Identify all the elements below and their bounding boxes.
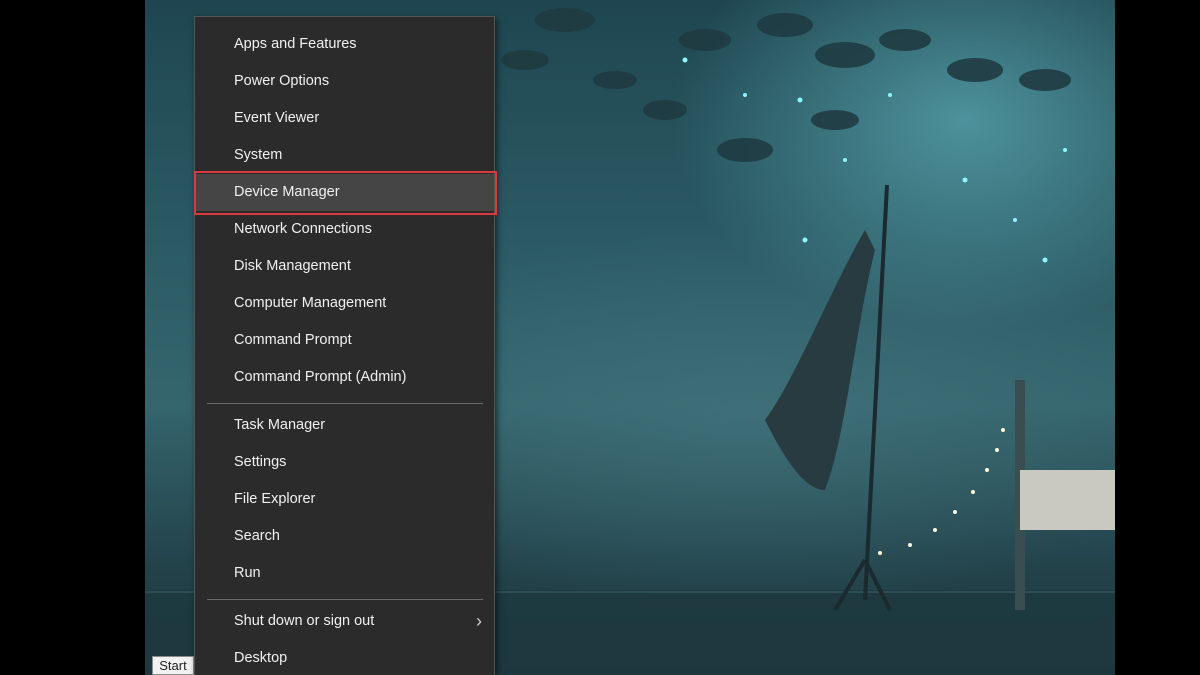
- menu-item-command-prompt-admin[interactable]: Command Prompt (Admin): [195, 359, 494, 396]
- menu-item-desktop[interactable]: Desktop: [195, 640, 494, 675]
- menu-separator: [207, 403, 483, 404]
- menu-item-run[interactable]: Run: [195, 555, 494, 592]
- menu-item-label: Shut down or sign out: [234, 613, 375, 629]
- quick-link-menu: Apps and Features Power Options Event Vi…: [194, 16, 497, 675]
- start-tooltip: Start: [152, 656, 194, 675]
- menu-item-disk-management[interactable]: Disk Management: [195, 248, 494, 285]
- menu-item-network-connections[interactable]: Network Connections: [195, 211, 494, 248]
- menu-item-device-manager[interactable]: Device Manager: [195, 174, 494, 211]
- menu-item-task-manager[interactable]: Task Manager: [195, 407, 494, 444]
- menu-item-apps-and-features[interactable]: Apps and Features: [195, 26, 494, 63]
- menu-item-command-prompt[interactable]: Command Prompt: [195, 322, 494, 359]
- menu-item-system[interactable]: System: [195, 137, 494, 174]
- menu-item-search[interactable]: Search: [195, 518, 494, 555]
- menu-item-event-viewer[interactable]: Event Viewer: [195, 100, 494, 137]
- menu-item-power-options[interactable]: Power Options: [195, 63, 494, 100]
- menu-item-computer-management[interactable]: Computer Management: [195, 285, 494, 322]
- menu-item-settings[interactable]: Settings: [195, 444, 494, 481]
- chevron-right-icon: ›: [476, 611, 482, 631]
- menu-item-shut-down-or-sign-out[interactable]: Shut down or sign out ›: [195, 603, 494, 640]
- menu-separator: [207, 599, 483, 600]
- menu-item-file-explorer[interactable]: File Explorer: [195, 481, 494, 518]
